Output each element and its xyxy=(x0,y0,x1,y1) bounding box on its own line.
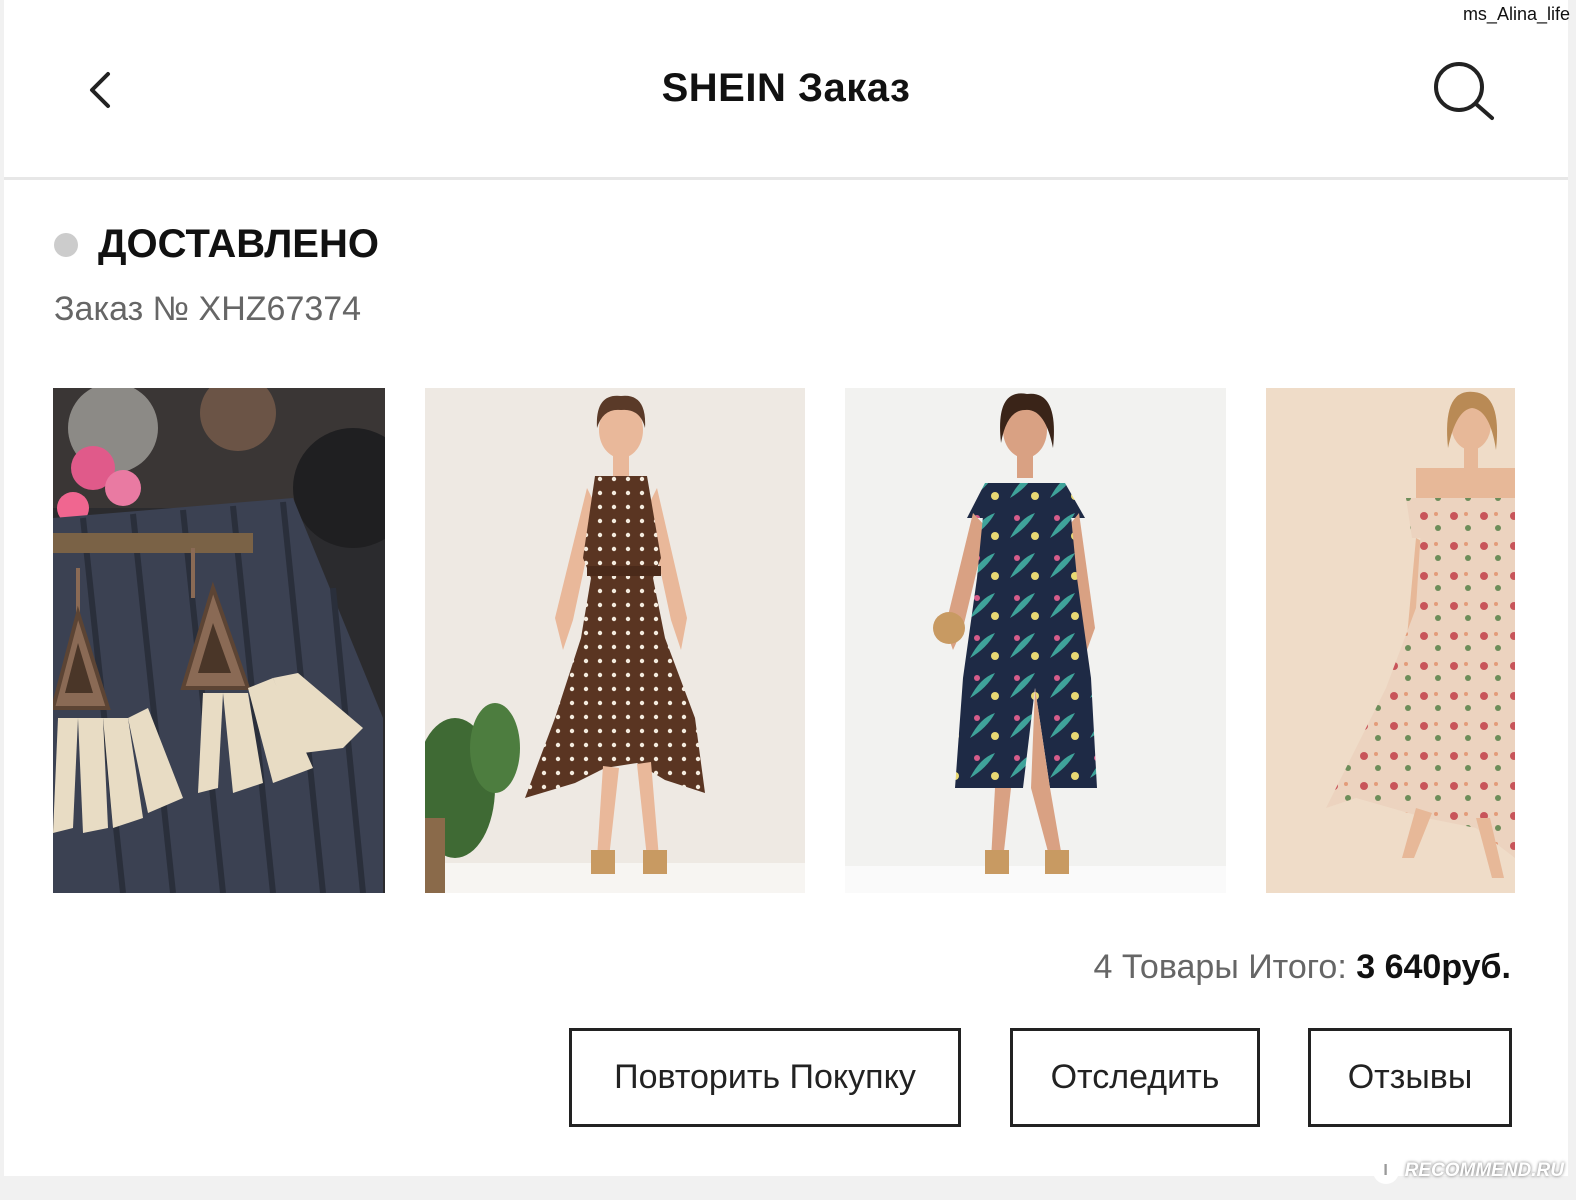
floral-off-shoulder-dress-image xyxy=(1266,388,1515,893)
product-image-floral-dress[interactable] xyxy=(1266,388,1515,893)
total-amount: 3 640руб. xyxy=(1356,948,1511,986)
order-screen: SHEIN Заказ ДОСТАВЛЕНО Заказ № XHZ67374 xyxy=(4,0,1568,1176)
items-count-label: 4 Товары Итого: xyxy=(1093,948,1347,986)
order-status: ДОСТАВЛЕНО xyxy=(54,222,379,267)
site-watermark: I RECOMMEND.RU xyxy=(1372,1158,1564,1184)
track-button[interactable]: Отследить xyxy=(1010,1028,1260,1127)
order-total: 4 Товары Итого: 3 640руб. xyxy=(1093,948,1511,987)
search-icon xyxy=(1434,62,1494,120)
product-image-tropical-dress[interactable] xyxy=(845,388,1226,893)
repeat-purchase-button[interactable]: Повторить Покупку xyxy=(569,1028,961,1127)
tropical-print-dress-image xyxy=(845,388,1226,893)
status-label: ДОСТАВЛЕНО xyxy=(98,222,379,266)
top-bar: SHEIN Заказ xyxy=(4,0,1568,180)
tassel-earrings-image xyxy=(53,388,385,893)
product-gallery[interactable] xyxy=(53,388,1515,893)
username-watermark: ms_Alina_life xyxy=(1462,4,1570,24)
site-badge-icon: I xyxy=(1372,1158,1399,1184)
order-number: Заказ № XHZ67374 xyxy=(54,290,362,328)
status-dot xyxy=(54,232,78,257)
polka-dot-dress-image xyxy=(425,388,805,893)
site-watermark-text: RECOMMEND.RU xyxy=(1404,1160,1564,1181)
page-title: SHEIN Заказ xyxy=(661,66,911,110)
search-button[interactable] xyxy=(1428,56,1498,126)
product-image-earrings[interactable] xyxy=(53,388,385,893)
product-image-polka-dress[interactable] xyxy=(425,388,805,893)
reviews-button[interactable]: Отзывы xyxy=(1308,1028,1512,1127)
